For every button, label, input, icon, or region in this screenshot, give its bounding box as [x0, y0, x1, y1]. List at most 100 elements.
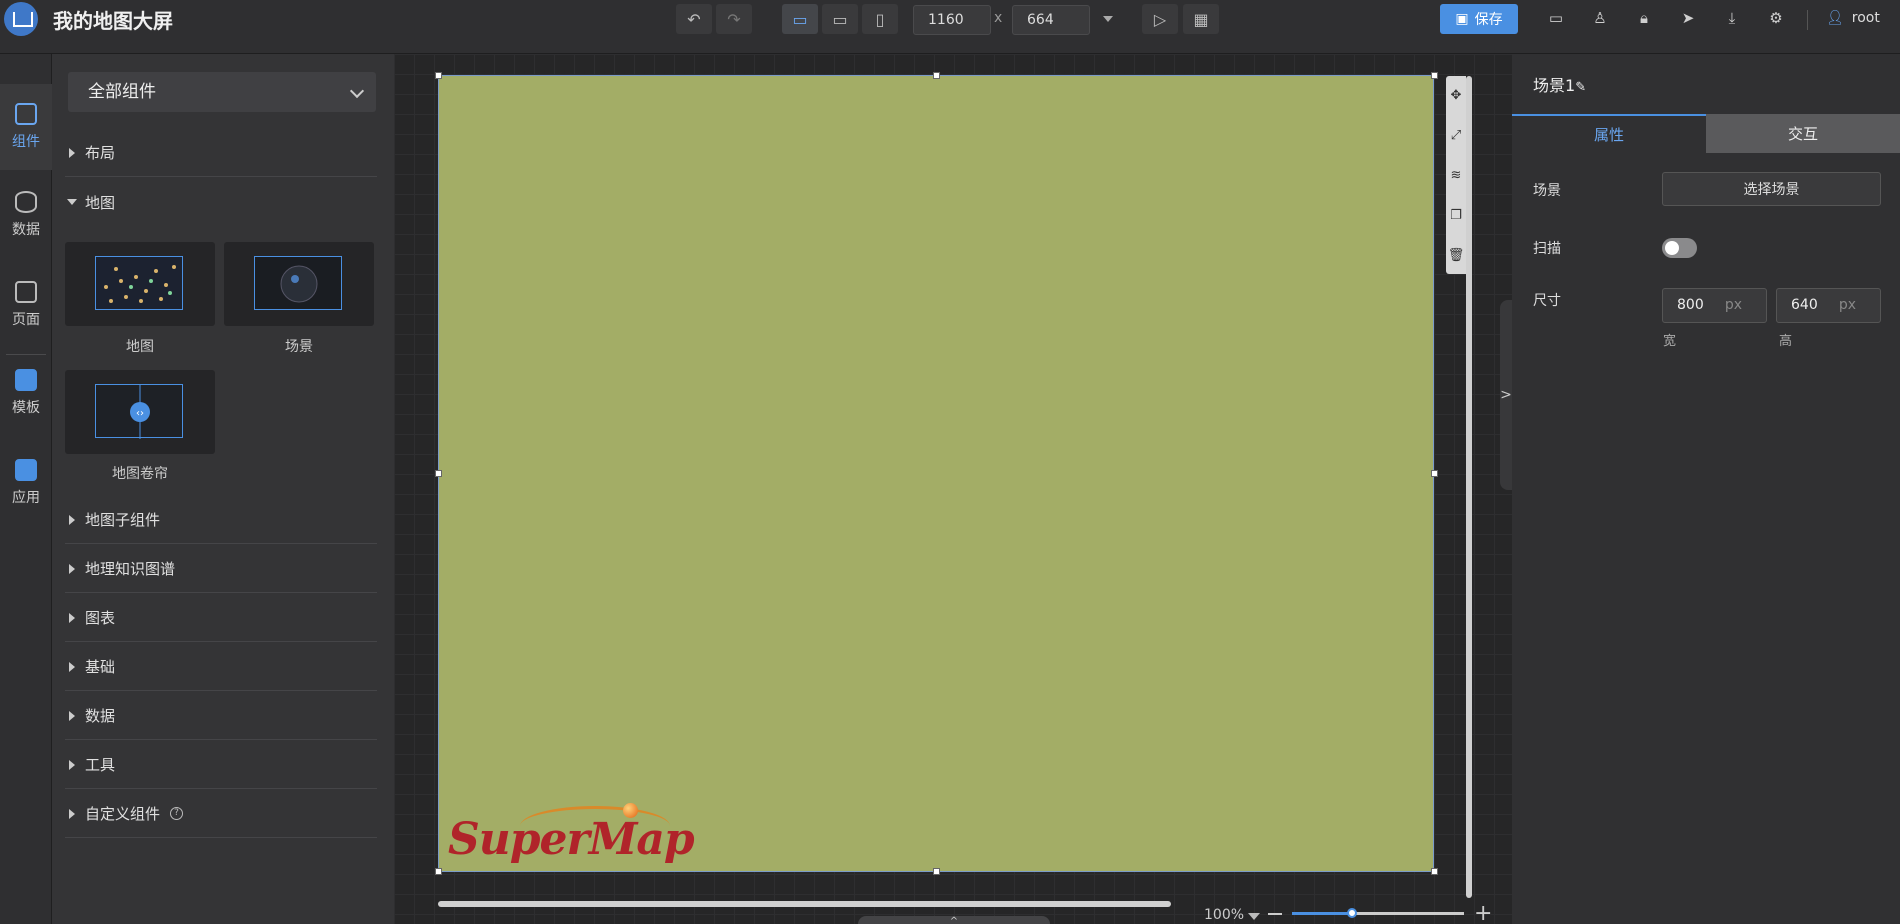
app-logo: [4, 2, 38, 36]
component-filter-value: 全部组件: [88, 82, 156, 102]
size-preset-dropdown-icon[interactable]: [1103, 16, 1113, 22]
database-icon: [15, 191, 37, 213]
zoom-slider[interactable]: [1292, 908, 1464, 918]
right-panel-collapse-toggle[interactable]: >: [1500, 300, 1512, 490]
zoom-dropdown-icon[interactable]: [1248, 913, 1260, 920]
category-basic[interactable]: 基础: [65, 643, 377, 691]
resize-handle-sw[interactable]: [435, 868, 442, 875]
vertical-scrollbar[interactable]: [1466, 76, 1472, 898]
zoom-level[interactable]: 100%: [1204, 907, 1244, 923]
category-map-subcomponents[interactable]: 地图子组件: [65, 496, 377, 544]
layers-icon[interactable]: ≋: [1446, 156, 1466, 196]
category-label: 地图: [85, 193, 116, 212]
play-icon: ▷: [1153, 9, 1167, 29]
size-separator: x: [994, 10, 1003, 26]
component-scene-card[interactable]: [224, 242, 374, 326]
move-icon[interactable]: ✥: [1446, 76, 1466, 116]
zoom-out-icon[interactable]: [1268, 913, 1282, 915]
size-field-label: 尺寸: [1533, 293, 1561, 309]
height-unit: px: [1838, 297, 1856, 313]
resize-handle-ne[interactable]: [1431, 72, 1438, 79]
template-icon: [15, 369, 37, 391]
components-icon: [15, 103, 37, 125]
fullscreen-icon[interactable]: ⤢: [1446, 116, 1466, 156]
lock-icon[interactable]: 🔒︎: [1634, 8, 1654, 28]
category-custom-components[interactable]: 自定义组件 ?: [65, 790, 377, 838]
category-layout[interactable]: 布局: [65, 129, 377, 177]
theme-shirt-icon[interactable]: ♙: [1590, 8, 1610, 28]
scene-title-text: 场景1: [1533, 76, 1576, 95]
caret-right-icon: [69, 662, 75, 672]
zoom-slider-fill: [1292, 912, 1353, 915]
left-nav-rail: 组件 数据 页面 模板 应用: [0, 54, 52, 924]
category-map[interactable]: 地图: [65, 178, 377, 226]
scene-width-input[interactable]: 800 px: [1662, 288, 1767, 323]
scan-toggle[interactable]: [1662, 238, 1697, 258]
category-charts[interactable]: 图表: [65, 594, 377, 642]
undo-button[interactable]: ↶: [676, 4, 712, 34]
component-filter-select[interactable]: 全部组件: [68, 72, 376, 112]
caret-right-icon: [69, 148, 75, 158]
user-menu[interactable]: 👤︎ root: [1826, 10, 1880, 26]
width-unit: px: [1724, 297, 1742, 313]
select-scene-button[interactable]: 选择场景: [1662, 172, 1881, 206]
scene-component-canvas[interactable]: [438, 75, 1434, 872]
category-label: 布局: [85, 144, 116, 162]
rail-item-label: 模板: [12, 400, 40, 416]
rail-item-templates[interactable]: 模板: [0, 350, 52, 436]
horizontal-scrollbar[interactable]: [438, 901, 1171, 907]
resize-handle-s[interactable]: [933, 868, 940, 875]
publish-send-icon[interactable]: ➤: [1678, 8, 1698, 28]
download-icon[interactable]: ⤓: [1722, 8, 1742, 28]
tab-interaction[interactable]: 交互: [1706, 114, 1900, 153]
bottom-drawer-toggle[interactable]: ^: [858, 916, 1050, 924]
tablet-view-button[interactable]: ▭: [822, 4, 858, 34]
category-tools[interactable]: 工具: [65, 741, 377, 789]
caret-right-icon: [69, 564, 75, 574]
component-map-card[interactable]: [65, 242, 215, 326]
mobile-view-button[interactable]: ▯: [862, 4, 898, 34]
resize-handle-se[interactable]: [1431, 868, 1438, 875]
qrcode-button[interactable]: ▦: [1183, 4, 1219, 34]
scene-thumbnail: [254, 256, 342, 310]
qrcode-icon: ▦: [1193, 9, 1209, 29]
rail-item-label: 页面: [12, 312, 40, 328]
terminal-icon[interactable]: ▭: [1546, 8, 1566, 28]
component-map-label: 地图: [126, 339, 154, 355]
category-label: 图表: [85, 609, 116, 627]
save-button[interactable]: ▣ 保存: [1440, 4, 1518, 34]
resize-handle-nw[interactable]: [435, 72, 442, 79]
rail-item-pages[interactable]: 页面: [0, 262, 52, 348]
caret-right-icon: [69, 760, 75, 770]
category-label: 地理知识图谱: [85, 560, 176, 578]
tab-properties[interactable]: 属性: [1512, 114, 1706, 153]
app-root: 我的地图大屏 ↶ ↷ ▭ ▭ ▯ 1160 x 664 ▷ ▦ ▣ 保存 ▭ ♙…: [0, 0, 1900, 924]
component-map-swipe-card[interactable]: ‹›: [65, 370, 215, 454]
rail-item-data[interactable]: 数据: [0, 172, 52, 258]
preview-button[interactable]: ▷: [1142, 4, 1178, 34]
scene-height-input[interactable]: 640 px: [1776, 288, 1881, 323]
resize-handle-e[interactable]: [1431, 470, 1438, 477]
screen-width-input[interactable]: 1160: [913, 5, 991, 35]
caret-right-icon: [69, 515, 75, 525]
rail-item-label: 组件: [12, 134, 40, 150]
scan-field-label: 扫描: [1533, 241, 1561, 257]
category-geo-knowledge-graph[interactable]: 地理知识图谱: [65, 545, 377, 593]
category-data[interactable]: 数据: [65, 692, 377, 740]
edit-pencil-icon[interactable]: ✎: [1575, 80, 1586, 95]
delete-icon[interactable]: 🗑︎: [1446, 236, 1466, 276]
width-caption: 宽: [1663, 334, 1677, 349]
save-label: 保存: [1474, 12, 1503, 28]
help-icon[interactable]: ?: [170, 807, 184, 820]
resize-handle-n[interactable]: [933, 72, 940, 79]
settings-gear-icon[interactable]: ⚙: [1766, 8, 1786, 28]
redo-button[interactable]: ↷: [716, 4, 752, 34]
zoom-in-icon[interactable]: +: [1474, 903, 1492, 924]
desktop-view-button[interactable]: ▭: [782, 4, 818, 34]
screen-height-input[interactable]: 664: [1012, 5, 1090, 35]
rail-item-apps[interactable]: 应用: [0, 440, 52, 526]
copy-icon[interactable]: ❐: [1446, 196, 1466, 236]
rail-item-components[interactable]: 组件: [0, 84, 52, 170]
map-swipe-thumbnail: ‹›: [95, 384, 183, 439]
resize-handle-w[interactable]: [435, 470, 442, 477]
